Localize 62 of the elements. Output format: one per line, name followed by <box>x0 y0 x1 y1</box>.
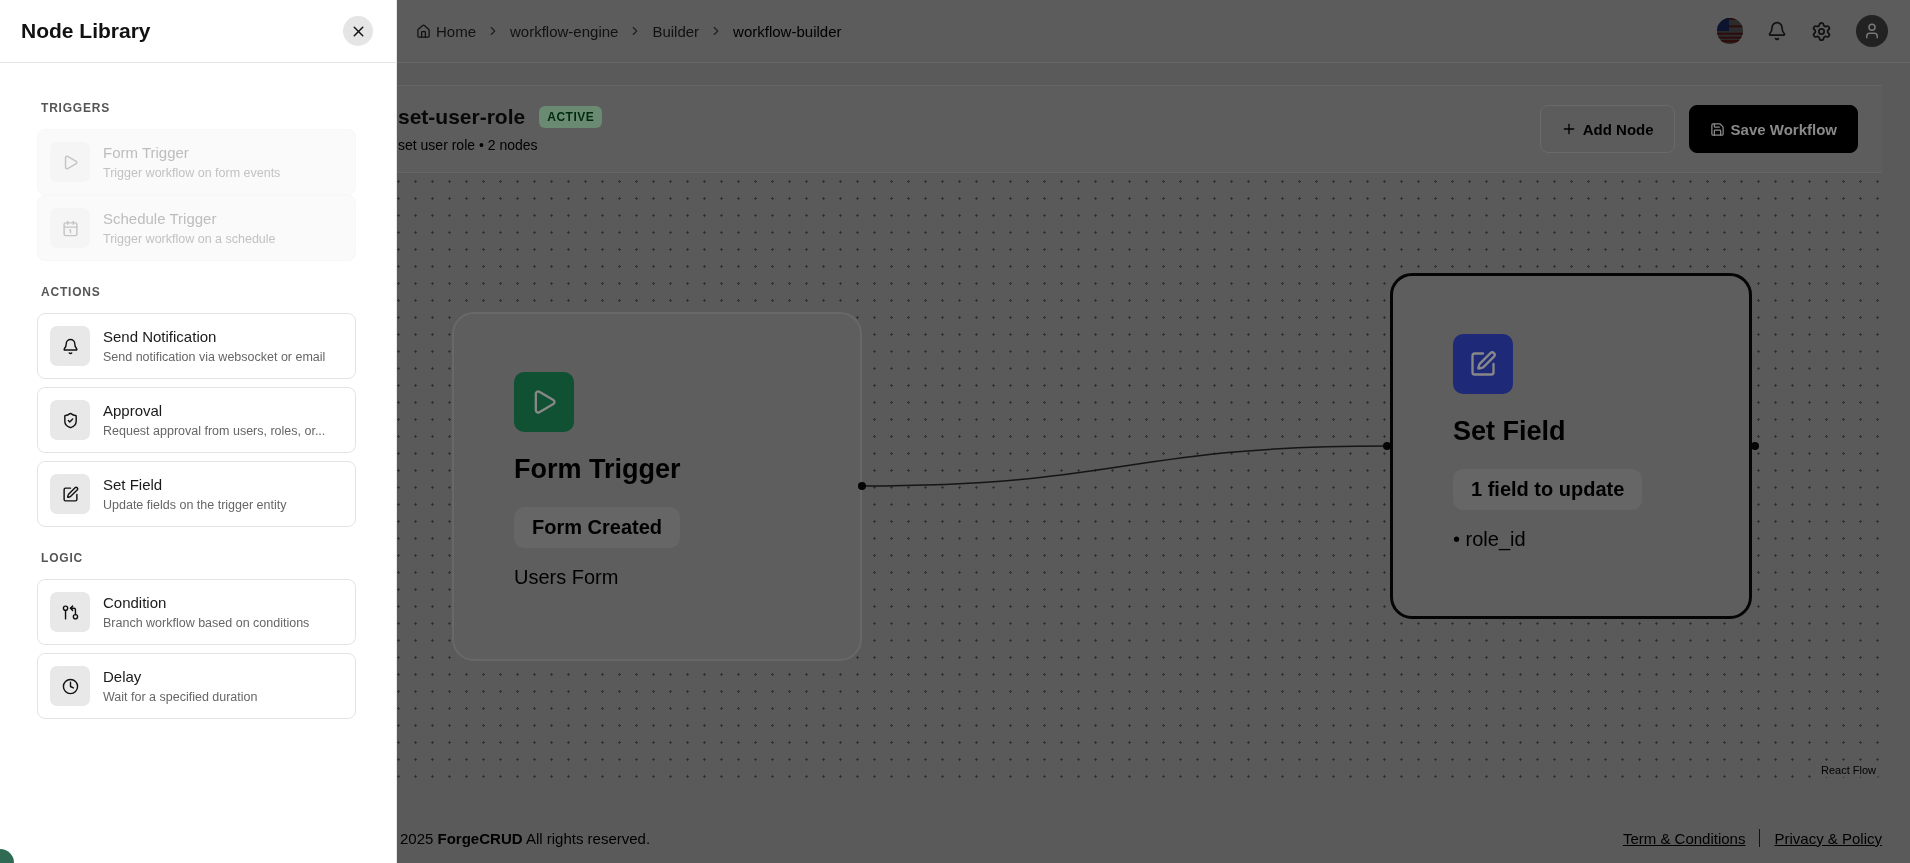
node-library-item[interactable]: Delay Wait for a specified duration <box>37 653 356 719</box>
breadcrumb-link[interactable]: workflow-engine <box>510 22 619 40</box>
item-name: Schedule Trigger <box>103 210 218 227</box>
section-label: ACTIONS <box>40 285 102 299</box>
item-description: Update fields on the trigger entity <box>103 498 287 512</box>
node-handle[interactable] <box>858 482 866 490</box>
home-icon <box>416 23 431 39</box>
node-title: Form Trigger <box>514 454 681 485</box>
node-badge: 1 field to update <box>1453 469 1643 510</box>
clock-icon <box>50 666 90 706</box>
footer-link[interactable]: Privacy & Policy <box>1774 829 1882 847</box>
item-name: Delay <box>103 668 143 685</box>
item-description: Trigger workflow on a schedule <box>103 232 276 246</box>
breadcrumb-link[interactable]: Builder <box>652 22 700 40</box>
avatar-button[interactable] <box>1856 15 1888 47</box>
item-description: Wait for a specified duration <box>103 690 258 704</box>
user-icon <box>1863 22 1881 40</box>
node-library-item[interactable]: Condition Branch workflow based on conditions <box>37 579 356 645</box>
save-workflow-button[interactable]: Save Workflow <box>1688 105 1858 153</box>
attribution-link[interactable]: React Flow <box>1818 763 1878 777</box>
workflow-node[interactable]: Form Trigger Form Created Users Form <box>452 312 862 661</box>
play-icon <box>50 142 90 182</box>
breadcrumb-link[interactable]: Home <box>416 22 476 40</box>
node-library-item[interactable]: Send Notification Send notification via websocket or email <box>37 313 356 379</box>
node-detail: Users Form <box>514 566 619 589</box>
item-name: Approval <box>103 402 164 419</box>
close-button[interactable] <box>343 16 373 46</box>
bell-icon <box>50 326 90 366</box>
item-name: Form Trigger <box>103 144 190 161</box>
node-badge: Form Created <box>514 507 681 548</box>
shield-icon <box>50 400 90 440</box>
item-name: Condition <box>103 594 168 611</box>
item-description: Request approval from users, roles, or... <box>103 424 326 438</box>
status-badge: ACTIVE <box>539 106 603 128</box>
add-node-button[interactable]: Add Node <box>1539 105 1675 153</box>
calendar-icon <box>50 208 90 248</box>
footer-link[interactable]: Term & Conditions <box>1622 829 1746 847</box>
item-name: Set Field <box>103 476 164 493</box>
workflow-node[interactable]: Set Field 1 field to update • role_id <box>1390 273 1752 619</box>
section-label: TRIGGERS <box>40 101 112 115</box>
item-description: Send notification via websocket or email <box>103 350 326 364</box>
workflow-subtitle: set user role • 2 nodes <box>398 137 539 153</box>
node-detail: • role_id <box>1453 528 1526 551</box>
section-label: LOGIC <box>40 551 84 565</box>
save-icon <box>1709 121 1725 137</box>
pen-icon <box>50 474 90 514</box>
floating-action-button[interactable] <box>0 849 14 863</box>
drawer-title: Node Library <box>21 19 151 43</box>
node-library-item[interactable]: Set Field Update fields on the trigger entity <box>37 461 356 527</box>
branch-icon <box>50 592 90 632</box>
node-handle[interactable] <box>1383 442 1391 450</box>
settings-button[interactable] <box>1811 20 1832 42</box>
workflow-name: set-user-role <box>398 105 526 129</box>
item-description: Branch workflow based on conditions <box>103 616 310 630</box>
copyright-text: 2025 ForgeCRUD All rights reserved. <box>400 829 651 847</box>
breadcrumb-link[interactable]: workflow-builder <box>733 22 842 40</box>
node-handle[interactable] <box>1751 442 1759 450</box>
node-library-item[interactable]: Approval Request approval from users, roles, or... <box>37 387 356 453</box>
node-title: Set Field <box>1453 416 1566 447</box>
item-name: Send Notification <box>103 328 218 345</box>
us-flag-icon[interactable] <box>1717 18 1743 44</box>
notifications-button[interactable] <box>1767 21 1787 41</box>
